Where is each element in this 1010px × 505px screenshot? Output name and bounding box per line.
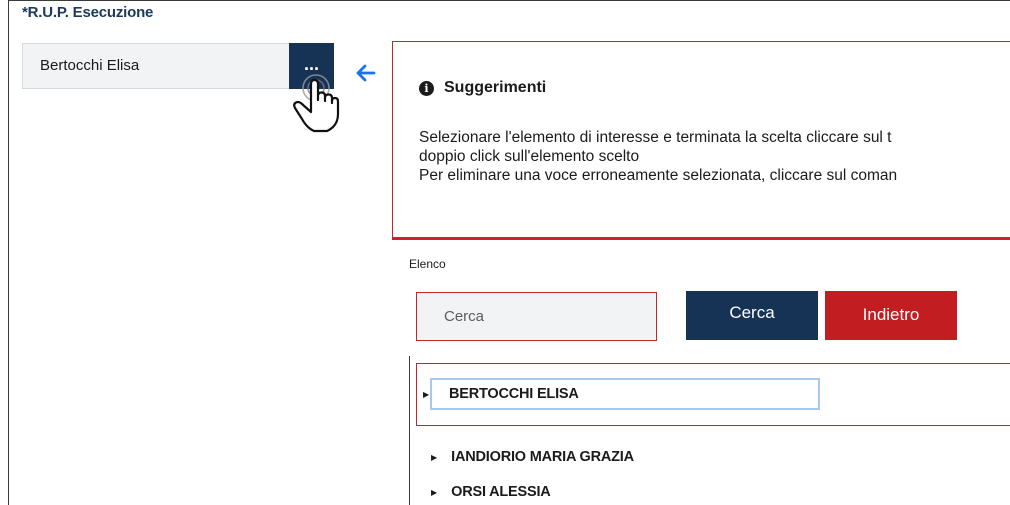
arrow-left-icon[interactable] bbox=[356, 64, 376, 82]
search-button[interactable]: Cerca bbox=[686, 291, 818, 340]
list-item-label: IANDIORIO MARIA GRAZIA bbox=[451, 449, 634, 465]
list-item-label: ORSI ALESSIA bbox=[451, 484, 551, 500]
hints-line-1: Selezionare l'elemento di interesse e te… bbox=[419, 129, 892, 146]
elenco-label: Elenco bbox=[409, 257, 446, 271]
back-button[interactable]: Indietro bbox=[825, 291, 957, 340]
lookup-button[interactable]: ... bbox=[289, 43, 334, 89]
caret-right-icon: ▶ bbox=[431, 487, 438, 497]
hints-line-2: doppio click sull'elemento scelto bbox=[419, 148, 640, 165]
lookup-button-label: ... bbox=[303, 54, 319, 74]
rup-esecuzione-label: *R.U.P. Esecuzione bbox=[22, 4, 154, 21]
caret-right-icon: ▶ bbox=[423, 390, 430, 399]
rup-esecuzione-value: Bertocchi Elisa bbox=[40, 57, 140, 74]
caret-right-icon: ▶ bbox=[431, 452, 438, 462]
hints-body: Selezionare l'elemento di interesse e te… bbox=[419, 128, 1010, 185]
hints-header: i Suggerimenti bbox=[419, 79, 546, 97]
hints-title: Suggerimenti bbox=[444, 79, 547, 96]
tree-guide-line bbox=[409, 356, 410, 505]
list-item-label: BERTOCCHI ELISA bbox=[449, 386, 579, 402]
info-circle-icon: i bbox=[419, 80, 434, 96]
list-item[interactable]: ▶ IANDIORIO MARIA GRAZIA bbox=[431, 449, 634, 465]
list-item[interactable]: ▶ ORSI ALESSIA bbox=[431, 484, 551, 500]
search-input[interactable] bbox=[416, 292, 657, 341]
hints-line-3: Per eliminare una voce erroneamente sele… bbox=[419, 167, 898, 184]
hints-panel: i Suggerimenti Selezionare l'elemento di… bbox=[392, 41, 1010, 240]
selected-row-container: ▶ BERTOCCHI ELISA bbox=[416, 363, 1010, 426]
list-item-selected[interactable]: ▶ BERTOCCHI ELISA bbox=[423, 378, 820, 410]
rup-esecuzione-field[interactable]: Bertocchi Elisa bbox=[22, 43, 290, 89]
